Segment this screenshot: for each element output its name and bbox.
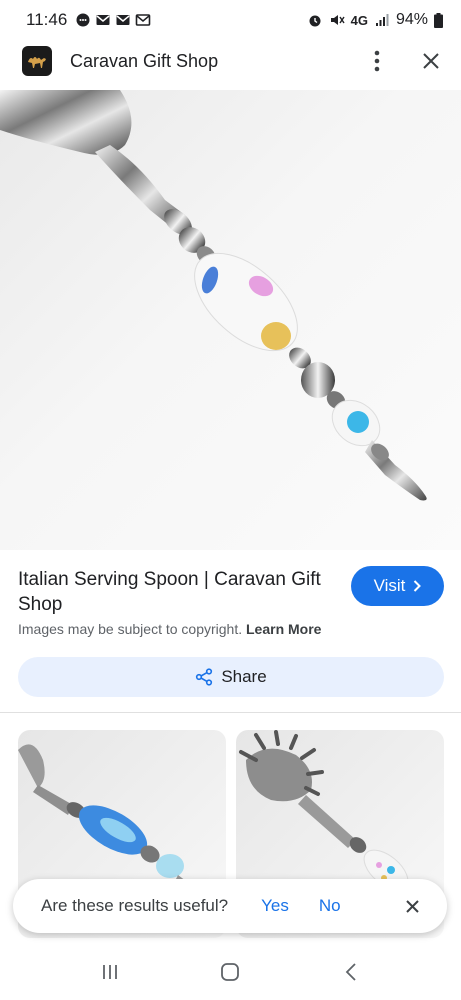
camel-logo-icon xyxy=(22,46,52,76)
feedback-bar: Are these results useful? Yes No xyxy=(13,879,447,933)
status-bar: 11:46 4G 94% xyxy=(0,0,461,40)
close-button[interactable] xyxy=(417,47,445,75)
divider xyxy=(0,712,461,713)
status-indicators: 4G 94% xyxy=(307,11,443,29)
battery-level: 94% xyxy=(395,11,428,28)
share-button[interactable]: Share xyxy=(18,657,444,697)
more-options-button[interactable] xyxy=(363,47,391,75)
serving-spoon-image xyxy=(0,90,427,501)
copyright-text: Images may be subject to copyright. xyxy=(18,621,243,637)
alarm-icon xyxy=(309,15,321,27)
feedback-question: Are these results useful? xyxy=(41,896,229,915)
feedback-yes-button[interactable]: Yes xyxy=(261,896,289,916)
product-image[interactable] xyxy=(0,90,461,550)
result-title[interactable]: Italian Serving Spoon | Caravan Gift Sho… xyxy=(18,567,328,617)
chat-icon xyxy=(76,13,90,27)
close-icon xyxy=(406,899,419,913)
title-bar: Caravan Gift Shop xyxy=(0,40,461,82)
title-actions xyxy=(363,47,445,75)
back-button[interactable] xyxy=(331,952,371,992)
home-button[interactable] xyxy=(210,952,250,992)
signal-icon xyxy=(375,14,389,26)
share-icon xyxy=(196,668,213,686)
back-icon xyxy=(345,963,356,981)
mail-icon xyxy=(135,14,151,26)
status-notifications xyxy=(75,12,151,28)
visit-button[interactable]: Visit xyxy=(351,566,444,606)
recent-apps-button[interactable] xyxy=(90,952,130,992)
copyright-notice: Images may be subject to copyright. Lear… xyxy=(18,621,321,637)
learn-more-link[interactable]: Learn More xyxy=(246,621,321,637)
close-icon xyxy=(423,53,439,69)
recent-apps-icon xyxy=(103,965,118,979)
network-type: 4G xyxy=(350,12,368,28)
chevron-right-icon xyxy=(414,580,422,592)
status-time: 11:46 xyxy=(26,10,68,29)
share-label: Share xyxy=(221,667,267,686)
mail-icon xyxy=(116,15,130,25)
mute-icon xyxy=(330,15,345,25)
more-vert-icon xyxy=(374,50,380,72)
feedback-no-button[interactable]: No xyxy=(319,896,341,916)
result-info: Italian Serving Spoon | Caravan Gift Sho… xyxy=(0,552,461,712)
mail-icon xyxy=(96,15,110,25)
home-icon xyxy=(221,963,240,981)
battery-icon xyxy=(434,12,443,28)
visit-label: Visit xyxy=(373,576,406,595)
system-nav-bar xyxy=(0,944,461,1000)
feedback-close-button[interactable] xyxy=(406,899,419,913)
site-title: Caravan Gift Shop xyxy=(70,50,219,71)
